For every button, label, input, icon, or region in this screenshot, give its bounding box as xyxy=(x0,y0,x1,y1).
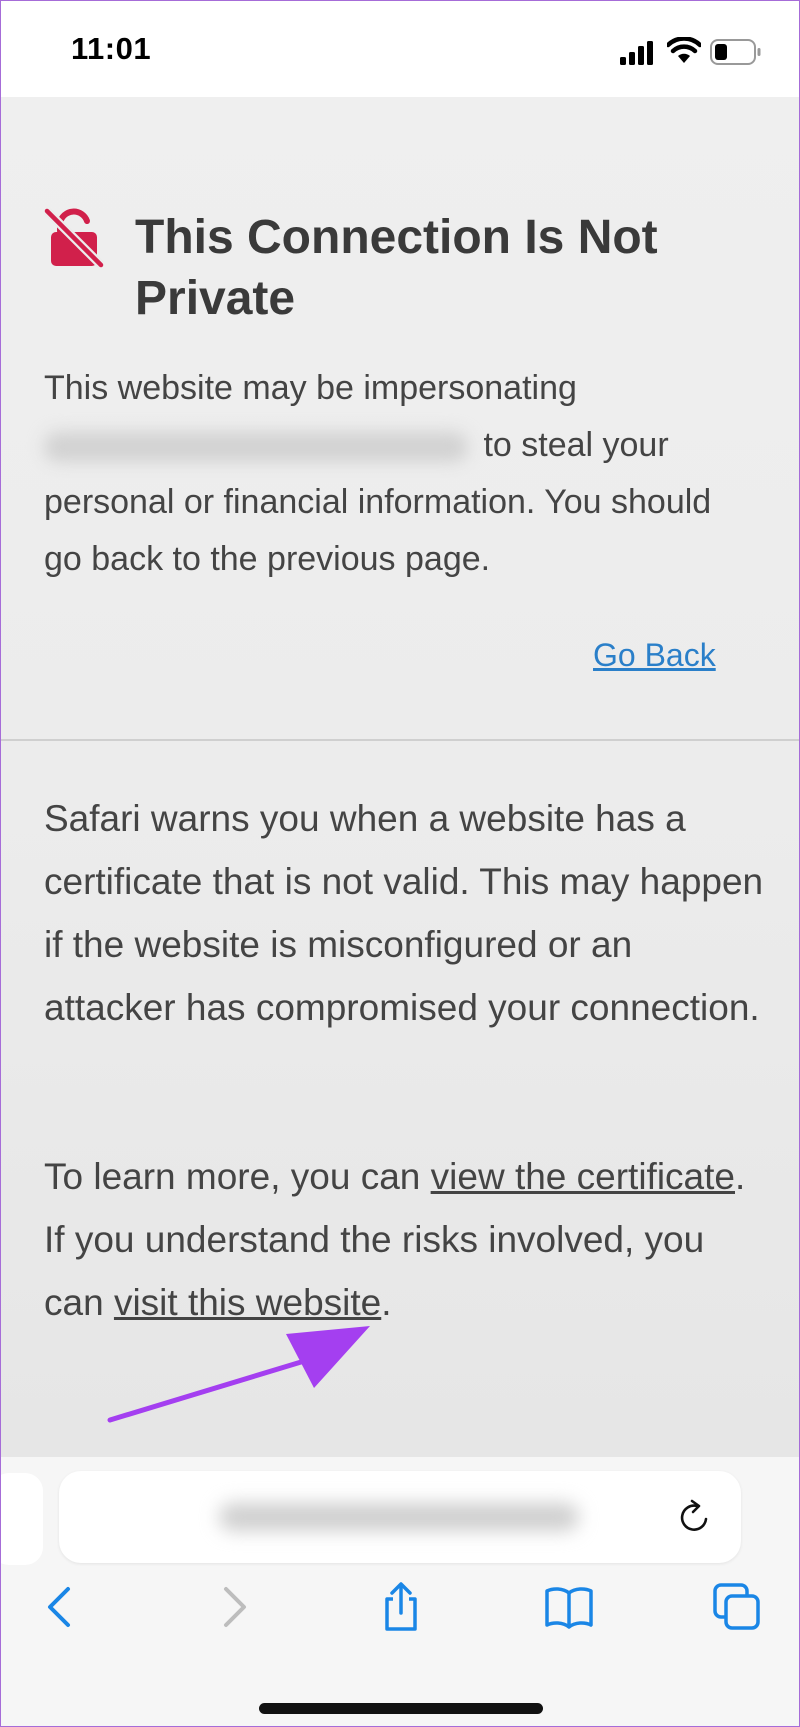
annotation-arrow xyxy=(107,1326,370,1423)
unlocked-padlock-warning-icon xyxy=(43,207,105,269)
previous-tab-preview[interactable] xyxy=(1,1473,43,1565)
battery-icon xyxy=(710,39,761,65)
status-time: 11:01 xyxy=(71,31,152,66)
cellular-signal-icon xyxy=(620,41,653,65)
intro-text-before: This website may be impersonating xyxy=(44,369,577,407)
view-certificate-link[interactable]: view the certificate xyxy=(431,1156,735,1197)
redacted-domain xyxy=(44,432,468,463)
visit-website-link[interactable]: visit this website xyxy=(114,1282,381,1323)
learn-more-text: To learn more, you can view the certific… xyxy=(44,1145,764,1334)
phone-screen: 11:01 This Connection Is Not Private Thi… xyxy=(0,0,800,1727)
tabs-icon[interactable] xyxy=(711,1581,763,1633)
impersonation-warning-text: This website may be impersonating to ste… xyxy=(44,360,734,588)
share-icon[interactable] xyxy=(375,1581,427,1633)
learn-more-suffix: . xyxy=(381,1282,392,1323)
go-back-link[interactable]: Go Back xyxy=(593,637,716,674)
section-divider xyxy=(1,739,799,741)
certificate-explanation-text: Safari warns you when a website has a ce… xyxy=(44,798,764,1028)
page-title: This Connection Is Not Private xyxy=(135,211,658,325)
bookmarks-icon[interactable] xyxy=(543,1581,595,1633)
certificate-warning-page: This Connection Is Not Private This webs… xyxy=(1,97,799,1457)
back-icon[interactable] xyxy=(35,1581,87,1633)
wifi-icon xyxy=(667,37,701,63)
redacted-url xyxy=(219,1503,579,1531)
forward-icon xyxy=(224,1587,246,1627)
browser-bottom-bar xyxy=(1,1457,799,1726)
status-bar: 11:01 xyxy=(1,1,799,97)
reload-icon[interactable] xyxy=(675,1497,715,1537)
home-indicator xyxy=(259,1703,543,1714)
learn-more-prefix: To learn more, you can xyxy=(44,1156,431,1197)
address-bar[interactable] xyxy=(59,1471,741,1563)
